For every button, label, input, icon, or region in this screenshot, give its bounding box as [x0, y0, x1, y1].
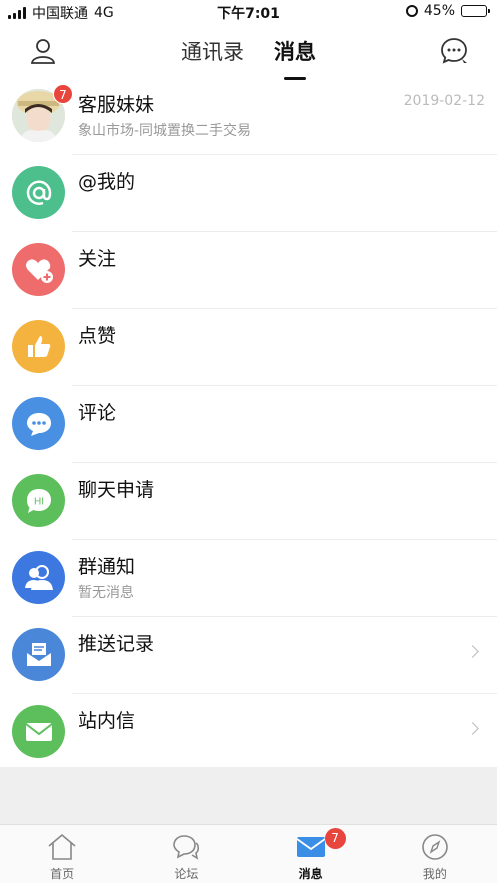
- tab-forum[interactable]: 论坛: [124, 825, 248, 883]
- tab-home[interactable]: 首页: [0, 825, 124, 883]
- group-icon: [12, 551, 65, 604]
- tab-messages[interactable]: 消息: [274, 36, 316, 80]
- chevron-right-icon: [466, 645, 479, 658]
- chat-bubble-icon: [441, 38, 467, 64]
- item-title: 站内信: [78, 710, 136, 732]
- item-title: 聊天申请: [78, 479, 155, 501]
- item-title: 推送记录: [78, 633, 155, 655]
- tab-label: 我的: [422, 867, 447, 881]
- tab-badge: 7: [324, 828, 346, 849]
- list-item-chat-requests[interactable]: HI 聊天申请: [0, 463, 497, 540]
- list-item-push-records[interactable]: 推送记录: [0, 617, 497, 694]
- comment-icon: [12, 397, 65, 450]
- status-right: 45%: [405, 3, 490, 19]
- header-tabs: 通讯录 消息: [0, 36, 497, 80]
- thumbs-up-icon: [12, 320, 65, 373]
- list-item-inbox[interactable]: 站内信: [0, 694, 497, 771]
- push-record-icon: [12, 628, 65, 681]
- mail-icon: [12, 705, 65, 758]
- item-subtitle: 暂无消息: [78, 585, 134, 601]
- item-title: 评论: [78, 402, 117, 424]
- message-list: 7 客服妹妹 象山市场-同城置换二手交易 2019-02-12 @我的 关注 点…: [0, 78, 497, 771]
- status-bar: 中国联通 4G 下午7:01 45%: [0, 0, 497, 24]
- hi-chat-icon: HI: [12, 474, 65, 527]
- bottom-tab-bar: 首页 论坛 7 消息 我的: [0, 824, 497, 883]
- tab-label: 消息: [298, 867, 323, 881]
- chat-button[interactable]: [439, 36, 469, 66]
- item-title: 关注: [78, 248, 117, 270]
- home-icon: [48, 833, 76, 860]
- list-item-mentions[interactable]: @我的: [0, 155, 497, 232]
- battery-icon: [461, 5, 490, 17]
- tab-me[interactable]: 我的: [373, 825, 497, 883]
- chevron-right-icon: [466, 722, 479, 735]
- top-nav: 通讯录 消息: [0, 24, 497, 80]
- list-item-comments[interactable]: 评论: [0, 386, 497, 463]
- list-item-group-notice[interactable]: 群通知 暂无消息: [0, 540, 497, 617]
- item-title: 群通知: [78, 556, 136, 578]
- tab-messages-bottom[interactable]: 7 消息: [249, 825, 373, 883]
- heart-plus-icon: [12, 243, 65, 296]
- battery-percent: 45%: [423, 3, 455, 19]
- item-title: @我的: [78, 171, 136, 193]
- item-title: 客服妹妹: [78, 94, 155, 116]
- tab-label: 论坛: [174, 867, 199, 881]
- list-item-customer-service[interactable]: 7 客服妹妹 象山市场-同城置换二手交易 2019-02-12: [0, 78, 497, 155]
- tab-label: 首页: [50, 867, 75, 881]
- item-title: 点赞: [78, 325, 117, 347]
- unread-badge: 7: [53, 84, 73, 104]
- item-date: 2019-02-12: [403, 93, 485, 109]
- empty-area: [0, 767, 497, 824]
- list-item-follow[interactable]: 关注: [0, 232, 497, 309]
- forum-icon: [173, 835, 200, 860]
- orientation-lock-icon: [405, 5, 418, 17]
- message-icon: [296, 837, 326, 857]
- compass-icon: [422, 834, 448, 860]
- list-item-likes[interactable]: 点赞: [0, 309, 497, 386]
- at-icon: [12, 166, 65, 219]
- item-subtitle: 象山市场-同城置换二手交易: [78, 123, 252, 139]
- tab-contacts[interactable]: 通讯录: [181, 36, 244, 66]
- svg-text:HI: HI: [34, 496, 44, 507]
